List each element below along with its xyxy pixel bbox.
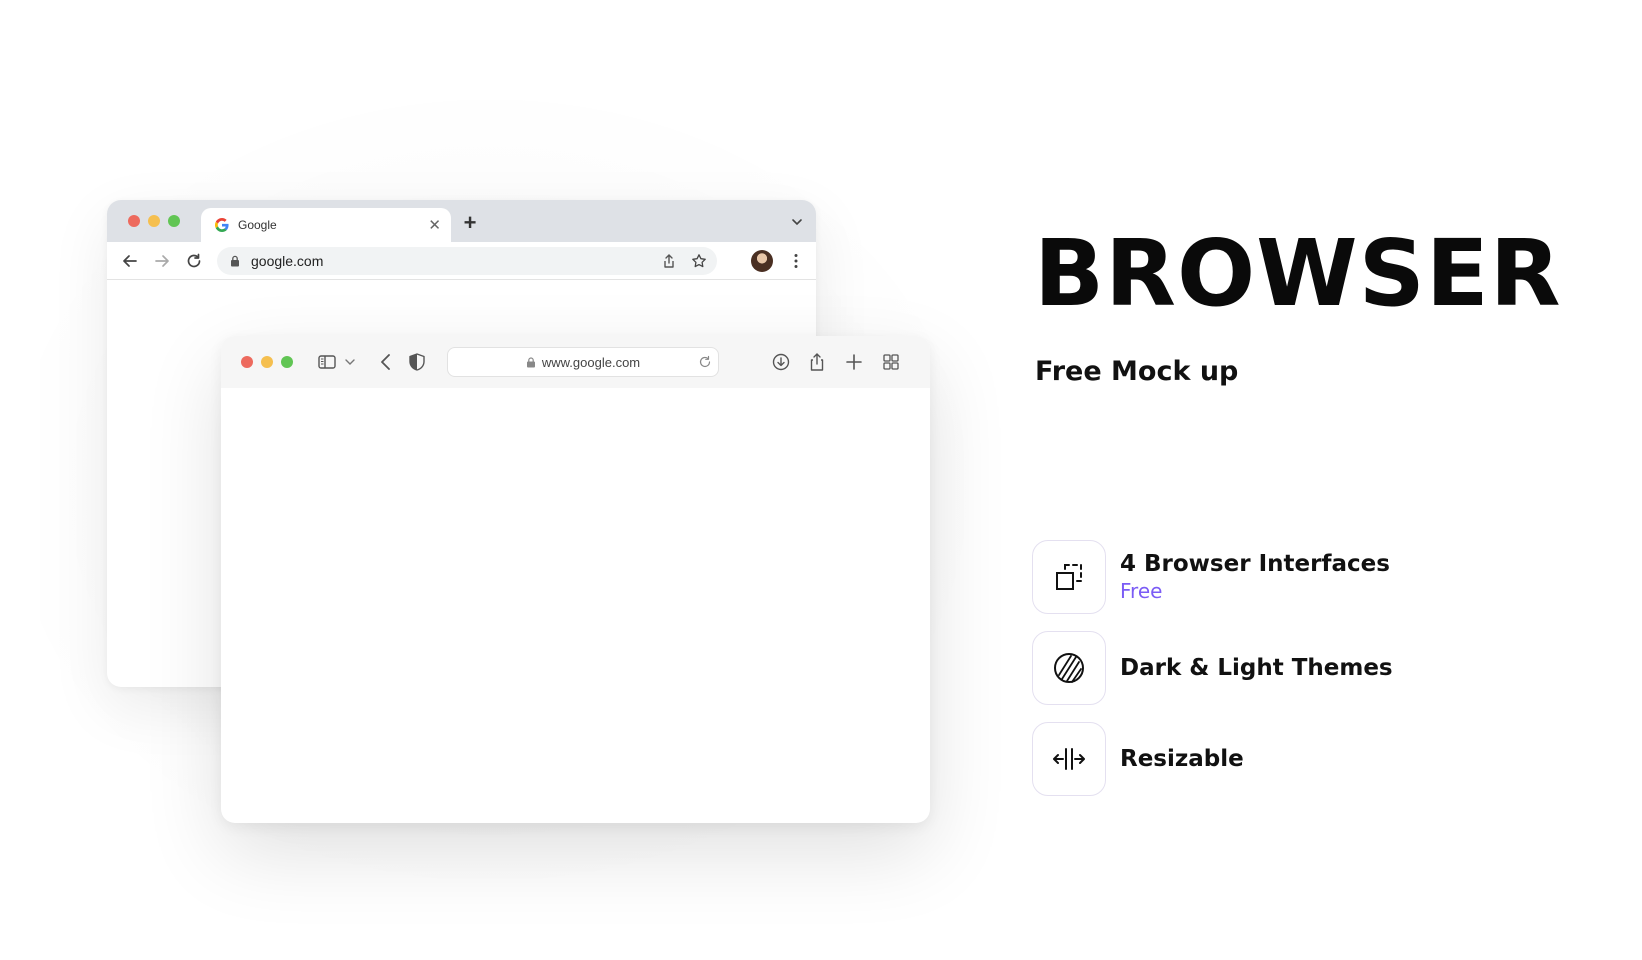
lock-icon xyxy=(526,356,535,367)
lock-icon xyxy=(231,255,239,267)
chrome-tab-title: Google xyxy=(238,218,277,232)
minimize-window-button[interactable] xyxy=(261,356,273,368)
feature-browser-interfaces: 4 Browser Interfaces Free xyxy=(1032,540,1390,614)
privacy-shield-icon[interactable] xyxy=(407,352,427,372)
chevron-down-icon[interactable] xyxy=(343,352,357,372)
safari-toolbar: www.google.com xyxy=(221,336,930,388)
share-icon[interactable] xyxy=(807,352,827,372)
reload-icon[interactable] xyxy=(698,355,712,369)
profile-avatar[interactable] xyxy=(751,250,773,272)
chrome-toolbar: google.com xyxy=(107,242,816,280)
chrome-tab-bar: Google ✕ + xyxy=(107,200,816,242)
maximize-window-button[interactable] xyxy=(168,215,180,227)
feature-resizable: Resizable xyxy=(1032,722,1244,796)
safari-browser-window: www.google.com xyxy=(221,336,930,823)
feature-label: Resizable xyxy=(1120,746,1244,772)
page-subtitle: Free Mock up xyxy=(1035,356,1239,387)
close-window-button[interactable] xyxy=(241,356,253,368)
feature-icon-box xyxy=(1032,540,1106,614)
feature-label: 4 Browser Interfaces xyxy=(1120,551,1390,577)
more-menu-icon[interactable] xyxy=(787,252,805,270)
feature-label: Dark & Light Themes xyxy=(1120,655,1393,681)
google-logo-icon xyxy=(215,218,229,232)
feature-free-badge: Free xyxy=(1120,579,1163,603)
chrome-address-bar[interactable]: google.com xyxy=(217,247,717,275)
back-arrow-icon[interactable] xyxy=(121,252,139,270)
safari-url-text: www.google.com xyxy=(541,354,641,370)
new-tab-button[interactable]: + xyxy=(455,208,485,238)
chrome-url-text: google.com xyxy=(251,253,324,269)
feature-icon-box xyxy=(1032,722,1106,796)
new-tab-plus-icon[interactable] xyxy=(844,352,864,372)
chrome-tab-google[interactable]: Google ✕ xyxy=(201,208,451,242)
select-resize-icon xyxy=(1056,564,1082,590)
page-title: BROWSER xyxy=(1034,220,1562,327)
feature-text: 4 Browser Interfaces Free xyxy=(1120,551,1390,603)
maximize-window-button[interactable] xyxy=(281,356,293,368)
minimize-window-button[interactable] xyxy=(148,215,160,227)
tab-search-chevron-icon[interactable] xyxy=(790,215,804,229)
forward-arrow-icon[interactable] xyxy=(153,252,171,270)
window-controls xyxy=(128,215,180,227)
download-icon[interactable] xyxy=(771,352,791,372)
close-window-button[interactable] xyxy=(128,215,140,227)
feature-text: Dark & Light Themes xyxy=(1120,655,1393,681)
share-icon[interactable] xyxy=(661,253,677,269)
sidebar-toggle-icon[interactable] xyxy=(317,352,337,372)
bookmark-star-icon[interactable] xyxy=(691,253,707,269)
close-tab-icon[interactable]: ✕ xyxy=(428,218,441,233)
window-controls xyxy=(241,356,293,368)
feature-text: Resizable xyxy=(1120,746,1244,772)
tab-overview-icon[interactable] xyxy=(881,352,901,372)
theme-contrast-icon xyxy=(1054,653,1084,683)
feature-icon-box xyxy=(1032,631,1106,705)
reload-icon[interactable] xyxy=(185,252,203,270)
safari-address-bar[interactable]: www.google.com xyxy=(447,347,719,377)
back-chevron-icon[interactable] xyxy=(376,352,396,372)
feature-themes: Dark & Light Themes xyxy=(1032,631,1393,705)
resize-horizontal-icon xyxy=(1053,748,1085,770)
